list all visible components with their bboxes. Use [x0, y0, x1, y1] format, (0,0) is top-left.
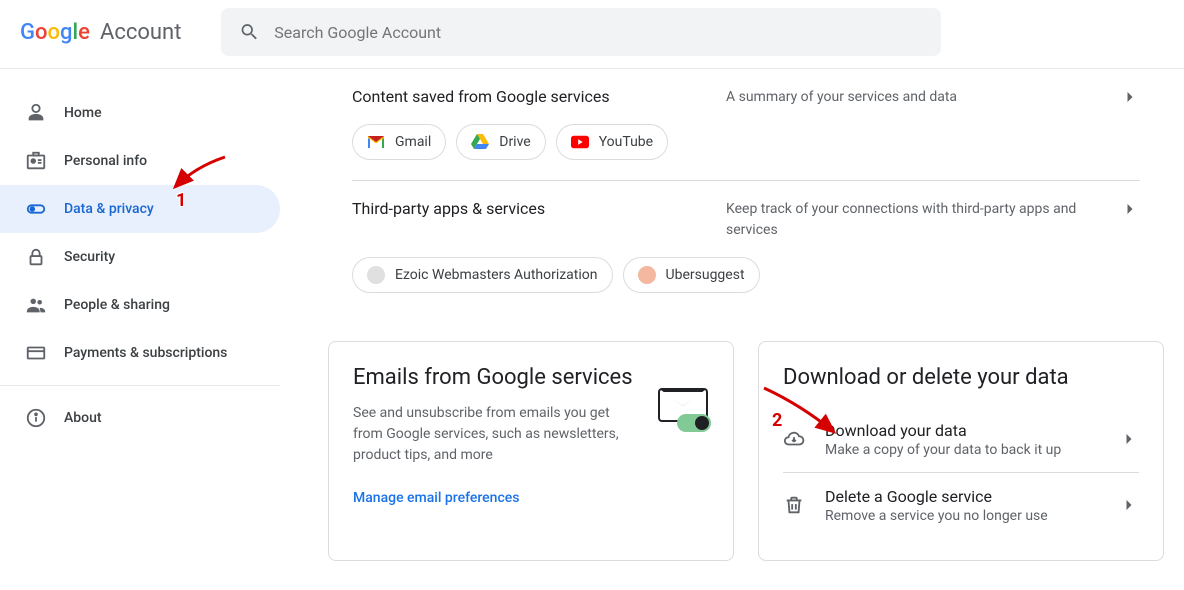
- card-title: Download or delete your data: [783, 364, 1139, 393]
- sidebar-item-label: Home: [64, 105, 102, 121]
- chip-label: Drive: [499, 134, 530, 150]
- sidebar-item-security[interactable]: Security: [0, 233, 280, 281]
- chip-youtube[interactable]: YouTube: [556, 124, 668, 160]
- manage-email-link[interactable]: Manage email preferences: [353, 490, 520, 506]
- search-icon: [239, 21, 260, 43]
- svg-text:Google: Google: [20, 20, 90, 44]
- chip-label: Gmail: [395, 134, 431, 150]
- info-icon: [24, 406, 48, 430]
- saved-content-section[interactable]: Content saved from Google services A sum…: [352, 69, 1140, 181]
- sidebar-item-data-privacy[interactable]: Data & privacy: [0, 185, 280, 233]
- chevron-right-icon: [1120, 87, 1140, 107]
- chevron-right-icon: [1120, 199, 1140, 219]
- app-icon: [367, 266, 385, 284]
- drive-icon: [471, 133, 489, 151]
- chip-ezoic[interactable]: Ezoic Webmasters Authorization: [352, 257, 613, 293]
- sidebar: Home Personal info Data & privacy Securi…: [0, 69, 280, 581]
- chevron-right-icon: [1119, 429, 1139, 449]
- youtube-icon: [571, 133, 589, 151]
- sidebar-item-people[interactable]: People & sharing: [0, 281, 280, 329]
- google-logo-icon: Google: [20, 20, 94, 44]
- sidebar-item-payments[interactable]: Payments & subscriptions: [0, 329, 280, 377]
- sidebar-item-label: About: [64, 410, 102, 426]
- sidebar-item-label: Data & privacy: [64, 201, 154, 217]
- sidebar-item-label: Personal info: [64, 153, 147, 169]
- action-title: Download your data: [825, 421, 1101, 440]
- chip-gmail[interactable]: Gmail: [352, 124, 446, 160]
- emails-card: Emails from Google services See and unsu…: [328, 341, 734, 561]
- search-bar[interactable]: [221, 8, 941, 56]
- lock-icon: [24, 245, 48, 269]
- sidebar-item-label: Security: [64, 249, 115, 265]
- card-title: Emails from Google services: [353, 364, 641, 393]
- delete-service-row[interactable]: Delete a Google service Remove a service…: [783, 472, 1139, 538]
- section-summary: A summary of your services and data: [726, 87, 1080, 108]
- divider: [0, 385, 280, 386]
- chip-label: YouTube: [599, 134, 653, 150]
- home-icon: [24, 101, 48, 125]
- chip-label: Ubersuggest: [666, 267, 745, 283]
- chip-drive[interactable]: Drive: [456, 124, 545, 160]
- chip-ubersuggest[interactable]: Ubersuggest: [623, 257, 760, 293]
- search-input[interactable]: [274, 23, 923, 42]
- account-label: Account: [100, 20, 181, 45]
- action-sub: Remove a service you no longer use: [825, 508, 1101, 524]
- sidebar-item-personal[interactable]: Personal info: [0, 137, 280, 185]
- section-summary: Keep track of your connections with thir…: [726, 199, 1080, 241]
- gmail-icon: [367, 133, 385, 151]
- sidebar-item-label: People & sharing: [64, 297, 170, 313]
- trash-icon: [783, 494, 807, 516]
- chevron-right-icon: [1119, 495, 1139, 515]
- id-card-icon: [24, 149, 48, 173]
- card-icon: [24, 341, 48, 365]
- avatar-icon: [638, 266, 656, 284]
- action-sub: Make a copy of your data to back it up: [825, 442, 1101, 458]
- content-area: Content saved from Google services A sum…: [280, 69, 1184, 581]
- download-delete-card: Download or delete your data Download yo…: [758, 341, 1164, 561]
- sidebar-item-label: Payments & subscriptions: [64, 345, 227, 361]
- action-title: Delete a Google service: [825, 487, 1101, 506]
- chip-label: Ezoic Webmasters Authorization: [395, 267, 598, 283]
- cloud-download-icon: [783, 428, 807, 450]
- third-party-section[interactable]: Third-party apps & services Keep track o…: [352, 181, 1140, 293]
- toggle-icon: [24, 197, 48, 221]
- email-toggle-illustration: [657, 364, 709, 432]
- sidebar-item-home[interactable]: Home: [0, 89, 280, 137]
- google-account-logo[interactable]: Google Account: [20, 20, 181, 45]
- section-title: Content saved from Google services: [352, 87, 706, 106]
- header: Google Account: [0, 0, 1184, 69]
- toggle-on-icon: [677, 414, 711, 432]
- section-title: Third-party apps & services: [352, 199, 706, 218]
- services-card: Content saved from Google services A sum…: [328, 69, 1164, 317]
- card-body: See and unsubscribe from emails you get …: [353, 403, 641, 466]
- download-data-row[interactable]: Download your data Make a copy of your d…: [783, 407, 1139, 472]
- people-icon: [24, 293, 48, 317]
- sidebar-item-about[interactable]: About: [0, 394, 280, 442]
